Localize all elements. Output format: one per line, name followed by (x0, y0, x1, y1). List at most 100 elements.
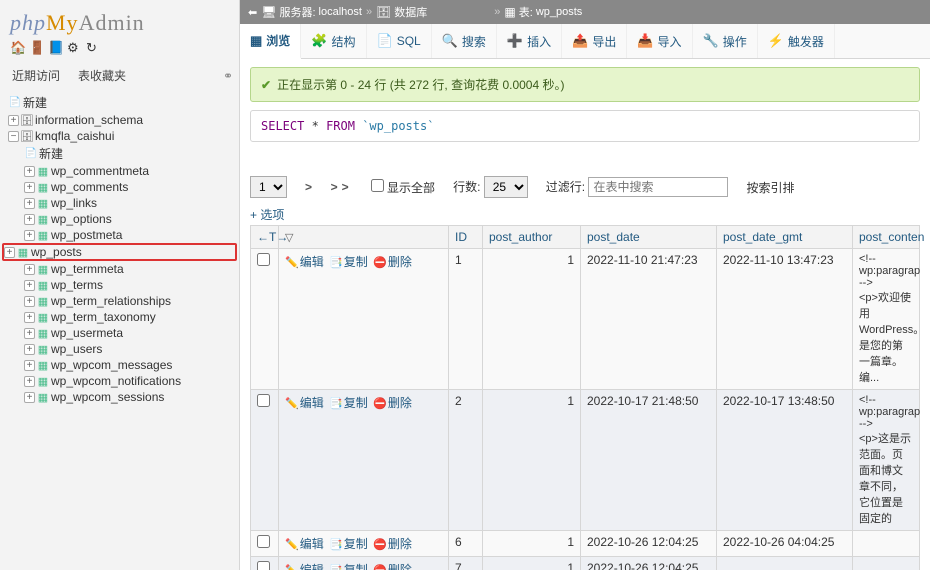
tree-table-wp-terms[interactable]: +wp_terms (2, 277, 237, 293)
row-checkbox[interactable] (257, 561, 270, 570)
expand-icon[interactable]: + (24, 312, 35, 323)
expand-icon[interactable]: + (24, 214, 35, 225)
tree-table-wp-posts[interactable]: +wp_posts (2, 243, 237, 261)
expand-icon[interactable]: + (8, 115, 19, 126)
row-checkbox[interactable] (257, 394, 270, 407)
tab-triggers[interactable]: ⚡触发器 (758, 24, 835, 58)
col-post-content[interactable]: post_conten (853, 226, 920, 249)
tree-table-wp-users[interactable]: +wp_users (2, 341, 237, 357)
tab-browse[interactable]: ▦浏览 (240, 24, 301, 59)
logo[interactable]: phpMyAdmin (0, 4, 239, 38)
docs-icon[interactable]: 📘 (48, 40, 64, 56)
tree-new-table[interactable]: 新建 (2, 144, 237, 163)
crumb-database[interactable]: 🗄数据库 (376, 4, 490, 20)
cell-content: <!-- wp:paragrap --> <p>这是示范面。页面和博文章不同，它… (853, 390, 920, 531)
tree-table-wp-usermeta[interactable]: + wp_usermeta (2, 325, 237, 341)
page-select[interactable]: 1 (250, 176, 287, 198)
tree-new[interactable]: 新建 (2, 93, 237, 112)
tree-table-wp-wpcom-messages[interactable]: +wp_wpcom_messages (2, 357, 237, 373)
tree-db-information-schema[interactable]: + information_schema (2, 112, 237, 128)
expand-icon[interactable]: + (24, 328, 35, 339)
tab-search[interactable]: 🔍搜索 (432, 24, 497, 58)
side-tabs: 近期访问 表收藏夹 ⚭ (0, 62, 239, 89)
pencil-icon: ✏️ (285, 565, 299, 570)
edit-button[interactable]: ✏️编辑 (285, 563, 324, 570)
delete-button[interactable]: ⛔删除 (373, 396, 412, 410)
copy-button[interactable]: 📑复制 (329, 537, 368, 551)
table-icon (36, 326, 50, 340)
logo-admin: Admin (79, 10, 145, 35)
edit-button[interactable]: ✏️编辑 (285, 537, 324, 551)
tree-db-label: information_schema (35, 113, 143, 127)
reload-icon[interactable]: ↻ (86, 40, 102, 56)
expand-icon[interactable]: + (24, 182, 35, 193)
row-checkbox[interactable] (257, 253, 270, 266)
tree-table-label: wp_commentmeta (51, 164, 149, 178)
tab-sql[interactable]: 📄SQL (367, 24, 432, 58)
options-toggle[interactable]: + 选项 (250, 204, 920, 225)
tree-table-label: wp_usermeta (51, 326, 123, 340)
show-all[interactable]: 显示全部 (371, 179, 435, 196)
col-t[interactable]: ←T→ (251, 226, 279, 249)
expand-icon[interactable]: + (24, 230, 35, 241)
home-icon[interactable]: 🏠 (10, 40, 26, 56)
edit-button[interactable]: ✏️编辑 (285, 255, 324, 269)
next-page[interactable]: > >> (305, 180, 353, 194)
expand-icon[interactable]: + (24, 360, 35, 371)
expand-icon[interactable]: + (24, 166, 35, 177)
tree-table-wp-term-taxonomy[interactable]: +wp_term_taxonomy (2, 309, 237, 325)
tab-recent[interactable]: 近期访问 (6, 64, 66, 87)
show-all-checkbox[interactable] (371, 179, 384, 192)
tree-table-wp-options[interactable]: +wp_options (2, 211, 237, 227)
collapse-icon[interactable]: − (8, 131, 19, 142)
tab-insert[interactable]: ➕插入 (497, 24, 562, 58)
link-icon[interactable]: ⚭ (223, 69, 233, 83)
tree-table-wp-links[interactable]: +wp_links (2, 195, 237, 211)
edit-button[interactable]: ✏️编辑 (285, 396, 324, 410)
tab-import[interactable]: 📥导入 (627, 24, 692, 58)
tab-export[interactable]: 📤导出 (562, 24, 627, 58)
expand-icon[interactable]: + (4, 247, 15, 258)
settings-icon[interactable]: ⚙ (67, 40, 83, 56)
expand-icon[interactable]: + (24, 264, 35, 275)
expand-icon[interactable]: + (24, 296, 35, 307)
copy-button[interactable]: 📑复制 (329, 255, 368, 269)
expand-icon[interactable]: + (24, 198, 35, 209)
tree-db-kmqfla[interactable]: −kmqfla_caishui (2, 128, 237, 144)
tree-table-wp-wpcom-notifications[interactable]: +wp_wpcom_notifications (2, 373, 237, 389)
row-checkbox[interactable] (257, 535, 270, 548)
copy-button[interactable]: 📑复制 (329, 563, 368, 570)
delete-button[interactable]: ⛔删除 (373, 537, 412, 551)
delete-button[interactable]: ⛔删除 (373, 563, 412, 570)
tab-operations[interactable]: 🔧操作 (693, 24, 758, 58)
nav-toggle-icon[interactable]: ⬅ (248, 6, 257, 19)
cell-content (853, 557, 920, 570)
database-icon (20, 129, 34, 143)
col-post-author[interactable]: post_author (483, 226, 581, 249)
tree-table-wp-postmeta[interactable]: +wp_postmeta (2, 227, 237, 243)
tab-structure[interactable]: 🧩结构 (301, 24, 366, 58)
table-icon (36, 294, 50, 308)
expand-icon[interactable]: + (24, 376, 35, 387)
filter-input[interactable] (588, 177, 728, 197)
expand-icon[interactable]: + (24, 392, 35, 403)
expand-icon[interactable]: + (24, 280, 35, 291)
tree-table-wp-commentmeta[interactable]: + wp_commentmeta (2, 163, 237, 179)
copy-button[interactable]: 📑复制 (329, 396, 368, 410)
cell-gmt (717, 557, 853, 570)
tab-favorites[interactable]: 表收藏夹 (72, 64, 132, 87)
col-post-date[interactable]: post_date (581, 226, 717, 249)
tree-table-wp-wpcom-sessions[interactable]: +wp_wpcom_sessions (2, 389, 237, 405)
expand-icon[interactable]: + (24, 344, 35, 355)
delete-button[interactable]: ⛔删除 (373, 255, 412, 269)
toolbar: ▦浏览 🧩结构 📄SQL 🔍搜索 ➕插入 📤导出 📥导入 🔧操作 ⚡触发器 (240, 24, 930, 59)
rows-select[interactable]: 25 (484, 176, 528, 198)
logout-icon[interactable]: 🚪 (29, 40, 45, 56)
tree-table-wp-comments[interactable]: +wp_comments (2, 179, 237, 195)
crumb-server[interactable]: 🖥服务器: localhost (261, 4, 362, 20)
tree-table-wp-term-relationships[interactable]: +wp_term_relationships (2, 293, 237, 309)
col-id[interactable]: ID (449, 226, 483, 249)
tree-table-wp-termmeta[interactable]: +wp_termmeta (2, 261, 237, 277)
crumb-table[interactable]: ▦表: wp_posts (504, 4, 582, 20)
col-post-date-gmt[interactable]: post_date_gmt (717, 226, 853, 249)
